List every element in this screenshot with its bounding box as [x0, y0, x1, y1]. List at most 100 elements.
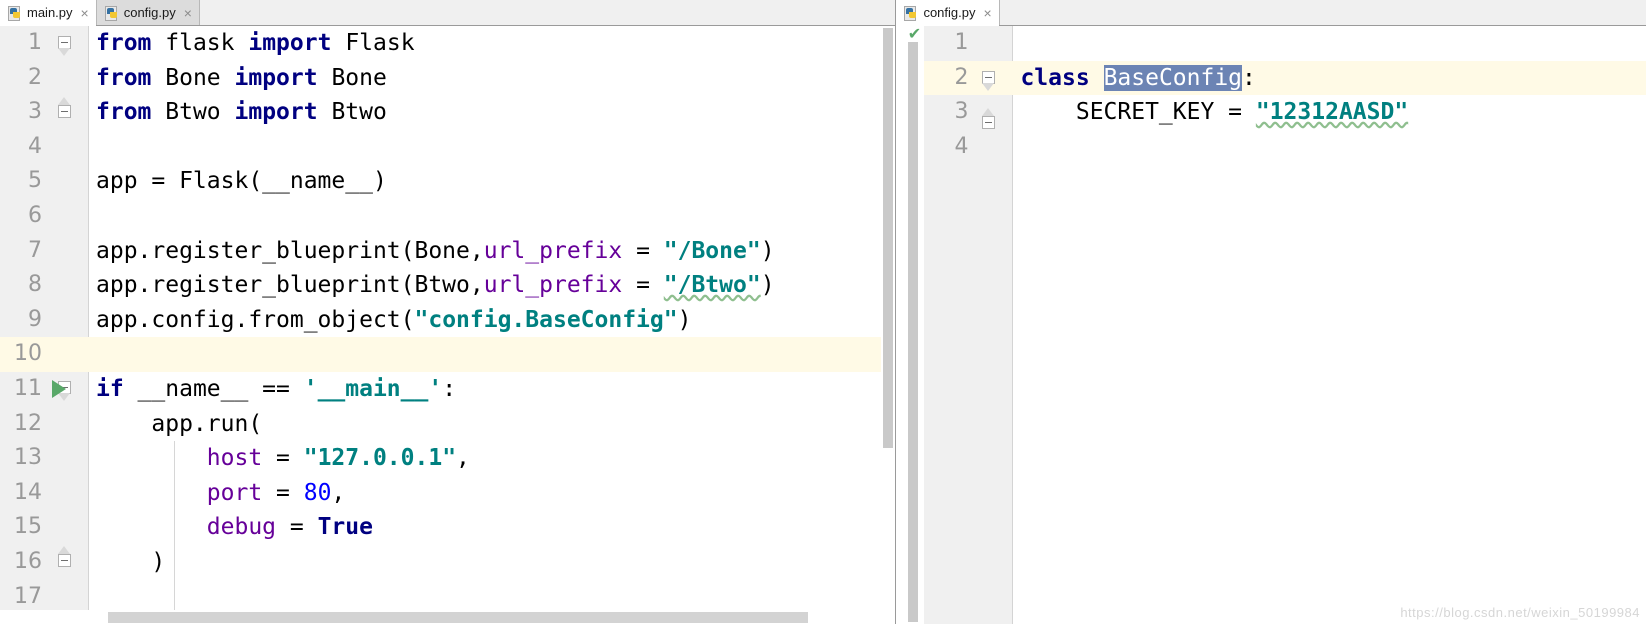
line-number: 13 — [14, 445, 42, 471]
line-number: 1 — [954, 30, 969, 55]
token-call: app.register_blueprint(Btwo, — [96, 272, 484, 299]
token-keyword: True — [317, 514, 373, 541]
token-assign: SECRET_KEY = — [1020, 99, 1256, 126]
code-line-row[interactable]: 1 from flask import Flask — [0, 26, 895, 61]
code-line-row[interactable]: 4 — [0, 130, 895, 165]
vertical-scrollbar-left[interactable] — [881, 26, 896, 624]
editor-pane-right: config.py × ✔ 1 2 class BaseConfig: 3 SE… — [896, 0, 1646, 624]
code-line-row[interactable]: 12 app.run( — [0, 407, 895, 442]
line-number: 7 — [28, 237, 42, 263]
code-lines: 1 2 class BaseConfig: 3 SECRET_KEY = "12… — [924, 26, 1646, 624]
line-number: 8 — [28, 272, 42, 298]
token-keyword: from — [96, 99, 152, 126]
green-checkmark-icon[interactable]: ✔ — [906, 26, 922, 42]
code-line-row[interactable]: 11 if __name__ == '__main__': — [0, 372, 895, 407]
token-module: Btwo — [165, 99, 221, 126]
line-number: 11 — [14, 375, 42, 401]
code-line-row[interactable]: 6 — [0, 199, 895, 234]
code-text: from Btwo import Btwo — [96, 95, 387, 130]
close-icon[interactable]: × — [184, 6, 192, 20]
selected-identifier: BaseConfig — [1103, 64, 1243, 91]
code-line-row[interactable]: 1 — [924, 26, 1646, 61]
vertical-scrollbar-thumb-right[interactable] — [908, 42, 919, 622]
token-comma: , — [456, 445, 470, 472]
code-line-row[interactable]: 14 port = 80, — [0, 476, 895, 511]
close-icon[interactable]: × — [984, 6, 992, 20]
token-number: 80 — [303, 479, 332, 506]
token-kwarg: url_prefix — [483, 272, 623, 299]
tab-main-py[interactable]: main.py × — [0, 0, 97, 26]
line-number: 3 — [28, 99, 42, 125]
code-line-row[interactable]: 16 ) — [0, 545, 895, 580]
tab-bar-left: main.py × config.py × — [0, 0, 896, 26]
token-kwarg: port — [206, 479, 263, 506]
python-file-icon — [904, 5, 918, 21]
code-line-row[interactable]: 17 — [0, 580, 895, 615]
code-line-row[interactable]: 15 debug = True — [0, 510, 895, 545]
token-operator: = — [262, 479, 304, 506]
token-keyword: class — [1020, 64, 1090, 91]
fold-marker-line-1[interactable] — [58, 36, 74, 56]
code-line-row[interactable]: 7 app.register_blueprint(Bone,url_prefix… — [0, 234, 895, 269]
token-keyword: if — [96, 375, 124, 402]
code-editor-left[interactable]: 1 from flask import Flask 2 from Bone im… — [0, 26, 896, 624]
line-number: 17 — [14, 583, 42, 609]
code-line-row-caret[interactable]: 2 class BaseConfig: — [924, 60, 1646, 96]
line-number: 1 — [28, 30, 42, 55]
token-name: Flask — [345, 30, 415, 56]
token-kwarg: debug — [206, 514, 277, 541]
code-text: class BaseConfig: — [1020, 61, 1256, 96]
token-string: "/Bone" — [663, 237, 761, 264]
fold-marker-line-3[interactable] — [982, 108, 998, 132]
code-line-row[interactable]: 8 app.register_blueprint(Btwo,url_prefix… — [0, 268, 895, 303]
token-keyword: from — [96, 30, 152, 56]
code-text: debug = True — [96, 510, 373, 545]
line-number: 4 — [28, 133, 42, 159]
code-line-row[interactable]: 4 — [924, 130, 1646, 165]
code-line-row[interactable]: 3 SECRET_KEY = "12312AASD" — [924, 95, 1646, 130]
code-line-row-caret[interactable]: 10 — [0, 337, 896, 372]
code-text: app.run( — [96, 410, 263, 437]
token-keyword: import — [234, 64, 318, 91]
code-text: app.register_blueprint(Bone,url_prefix =… — [96, 234, 775, 269]
code-editor-right[interactable]: ✔ 1 2 class BaseConfig: 3 SECRET_KEY = "… — [896, 26, 1646, 624]
horizontal-scrollbar-thumb[interactable] — [108, 612, 808, 623]
ide-window: main.py × config.py × 1 from flask impor… — [0, 0, 1646, 624]
token-paren: ) — [760, 237, 775, 264]
code-line-row[interactable]: 13 host = "127.0.0.1", — [0, 441, 895, 476]
line-number: 12 — [14, 410, 42, 436]
code-line-row[interactable]: 2 from Bone import Bone — [0, 61, 895, 96]
code-lines: 1 from flask import Flask 2 from Bone im… — [0, 26, 896, 624]
code-text: app.config.from_object("config.BaseConfi… — [96, 303, 691, 338]
code-line-row[interactable]: 9 app.config.from_object("config.BaseCon… — [0, 303, 895, 338]
token-operator: = — [622, 272, 664, 299]
close-icon[interactable]: × — [81, 6, 89, 20]
code-line-row[interactable]: 3 from Btwo import Btwo — [0, 95, 895, 130]
fold-marker-line-2[interactable] — [982, 71, 998, 91]
token-call: app.config.from_object( — [96, 306, 415, 333]
line-number: 2 — [954, 64, 969, 90]
fold-marker-line-3[interactable] — [58, 97, 74, 121]
vertical-scrollbar-thumb[interactable] — [883, 28, 894, 448]
code-text: from flask import Flask — [96, 26, 415, 61]
line-number: 6 — [28, 202, 42, 228]
line-number: 3 — [954, 99, 969, 125]
token-operator: = — [276, 514, 318, 541]
horizontal-scrollbar-left[interactable] — [0, 610, 896, 624]
token-string-warning: "12312AASD" — [1255, 99, 1409, 126]
code-line-row[interactable]: 5 app = Flask(__name__) — [0, 164, 895, 199]
tab-config-py-right[interactable]: config.py × — [896, 0, 1000, 26]
token-kwarg: host — [206, 445, 263, 472]
tab-config-py[interactable]: config.py × — [96, 0, 200, 25]
run-configuration-icon[interactable] — [52, 380, 66, 398]
line-number: 16 — [14, 548, 42, 574]
fold-marker-line-16[interactable] — [58, 546, 74, 570]
